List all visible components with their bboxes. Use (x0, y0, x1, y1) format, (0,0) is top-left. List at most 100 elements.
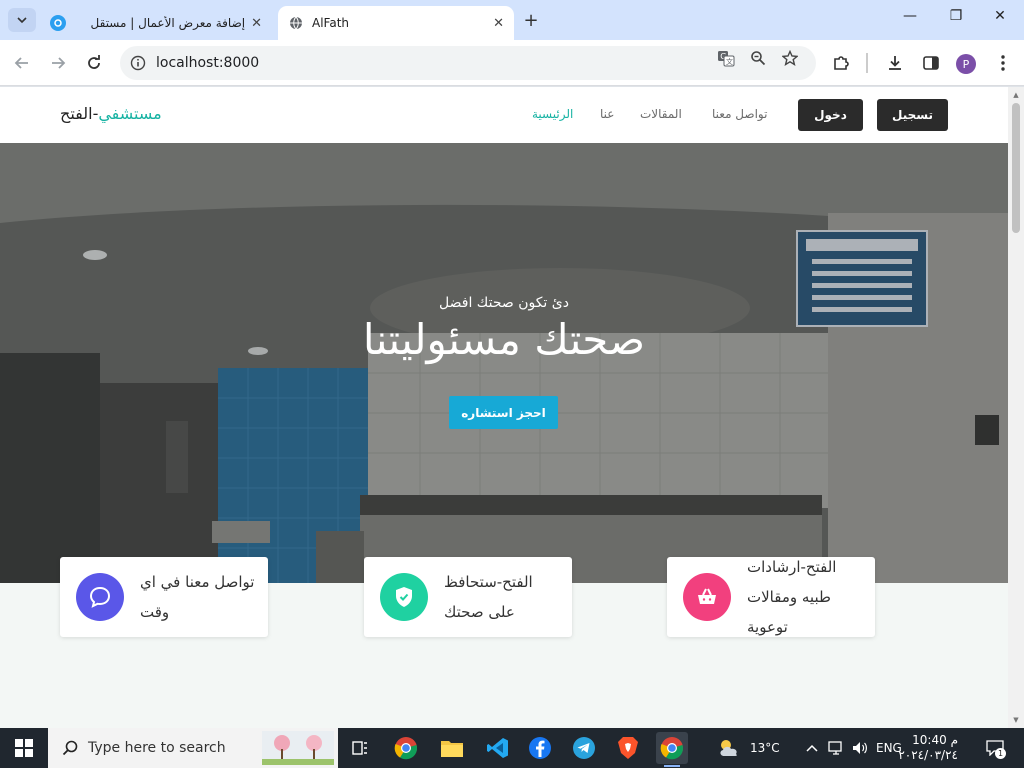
tab-search-button[interactable] (8, 8, 36, 32)
chrome-icon (394, 737, 418, 760)
weather-widget[interactable]: 13°C (716, 728, 780, 768)
windows-taskbar: Type here to search 13°C ENG 10:40 م ٢٠٢… (0, 728, 1024, 768)
page-viewport: مستشفي-الفتح تواصل معنا المقالات عنا الر… (0, 87, 1008, 728)
browser-toolbar: localhost:8000 G文 P (0, 40, 1024, 86)
toolbar-divider (866, 53, 868, 73)
notifications-button[interactable]: 1 (982, 728, 1008, 768)
facebook-icon (529, 737, 551, 759)
back-button[interactable] (10, 51, 34, 75)
address-bar[interactable]: localhost:8000 (120, 46, 816, 80)
url-text: localhost:8000 (156, 55, 260, 71)
taskbar-vscode[interactable] (482, 732, 514, 764)
scroll-thumb[interactable] (1012, 103, 1020, 233)
start-button[interactable] (0, 728, 48, 768)
close-tab-icon[interactable]: ✕ (493, 16, 504, 31)
page-scrollbar[interactable]: ▲ ▼ (1008, 87, 1024, 728)
chevron-up-icon (806, 744, 818, 752)
register-button[interactable]: تسجيل (877, 99, 948, 131)
reload-icon (88, 55, 100, 69)
profile-avatar[interactable]: P (956, 54, 976, 74)
speaker-icon (853, 742, 867, 754)
menu-kebab-icon[interactable] (992, 52, 1014, 74)
forward-button[interactable] (46, 51, 70, 75)
telegram-icon (573, 737, 595, 759)
reload-button[interactable] (82, 51, 106, 75)
chat-bubble-icon (76, 573, 124, 621)
extensions-puzzle-icon[interactable] (830, 52, 852, 74)
taskbar-search[interactable]: Type here to search (48, 728, 338, 768)
clock-time: 10:40 م (912, 733, 958, 747)
globe-icon (288, 15, 304, 31)
folder-icon (441, 741, 463, 757)
volume-tray[interactable] (852, 728, 868, 768)
brave-icon (618, 737, 638, 759)
hero-section: دئ تكون صحتك افضل صحتك مسئوليتنا احجز اس… (0, 143, 1008, 583)
nav-link-home[interactable]: الرئيسية (532, 107, 573, 121)
arrow-right-icon (52, 57, 66, 69)
clock[interactable]: 10:40 م ٢٠٢٤/٠٣/٢٤ (898, 728, 958, 768)
taskbar-facebook[interactable] (524, 732, 556, 764)
tray-chevron[interactable] (806, 728, 818, 768)
close-window-button[interactable]: ✕ (980, 8, 1020, 24)
taskbar-brave[interactable] (612, 732, 644, 764)
tab-title: AlFath (312, 16, 350, 30)
brand-primary: مستشفي (98, 104, 162, 123)
translate-icon[interactable]: G文 (716, 48, 736, 68)
feature-text: الفتح-ارشادات طبيه ومقالات توعوية (747, 558, 837, 636)
login-button[interactable]: دخول (798, 99, 863, 131)
side-panel-icon[interactable] (920, 52, 942, 74)
feature-text: تواصل معنا في اي وقت (140, 573, 255, 621)
arrow-left-icon (14, 57, 28, 69)
tab-title: إضافة معرض الأعمال | مستقل (90, 16, 246, 30)
nav-link-articles[interactable]: المقالات (640, 107, 682, 121)
site-info-icon[interactable] (130, 55, 146, 71)
scroll-down-arrow[interactable]: ▼ (1012, 716, 1020, 724)
weather-cloud-sun-icon (720, 740, 737, 756)
notification-count: 1 (995, 748, 1006, 759)
minimize-button[interactable]: — (890, 8, 930, 24)
clock-date: ٢٠٢٤/٠٣/٢٤ (898, 748, 958, 762)
tab-alfath[interactable]: AlFath ✕ (278, 6, 514, 40)
taskbar-chrome-active[interactable] (656, 732, 688, 767)
taskbar-chrome[interactable] (390, 732, 422, 764)
download-icon[interactable] (884, 52, 906, 74)
taskbar-telegram[interactable] (568, 732, 600, 764)
restore-button[interactable]: ❐ (936, 8, 976, 24)
chevron-down-icon (17, 17, 27, 24)
feature-card-contact[interactable]: تواصل معنا في اي وقت (60, 557, 268, 637)
zoom-icon[interactable] (748, 48, 768, 68)
close-tab-icon[interactable]: ✕ (251, 16, 262, 31)
taskbar-file-explorer[interactable] (436, 732, 468, 764)
network-icon (828, 741, 842, 755)
nav-link-contact[interactable]: تواصل معنا (712, 107, 767, 121)
hero-title: صحتك مسئوليتنا (362, 315, 646, 364)
site-brand[interactable]: مستشفي-الفتح (60, 104, 162, 123)
weather-temp: 13°C (750, 741, 780, 755)
vscode-icon (487, 738, 508, 758)
task-view-icon (352, 741, 367, 755)
task-view-button[interactable] (344, 732, 376, 764)
search-placeholder: Type here to search (88, 740, 226, 756)
network-tray[interactable] (828, 728, 844, 768)
search-highlight-icon (262, 731, 334, 765)
hero-subtitle: دئ تكون صحتك افضل (439, 295, 569, 311)
browser-tab-bar: إضافة معرض الأعمال | مستقل ✕ AlFath ✕ + … (0, 0, 1024, 40)
book-consultation-button[interactable]: احجز استشاره (449, 396, 558, 429)
feature-text: الفتح-ستحافظ على صحتك (444, 573, 533, 621)
chrome-icon (660, 737, 684, 760)
basket-icon (683, 573, 731, 621)
new-tab-button[interactable]: + (520, 10, 542, 31)
bookmark-star-icon[interactable] (780, 48, 800, 68)
feature-card-health[interactable]: الفتح-ستحافظ على صحتك (364, 557, 572, 637)
svg-text:文: 文 (726, 57, 733, 66)
shield-check-icon (380, 573, 428, 621)
nav-link-about[interactable]: عنا (600, 107, 614, 121)
search-icon (62, 740, 78, 756)
tab-mostaql[interactable]: إضافة معرض الأعمال | مستقل ✕ (40, 6, 272, 40)
scroll-up-arrow[interactable]: ▲ (1012, 91, 1020, 99)
mostaql-icon (50, 15, 66, 31)
feature-card-articles[interactable]: الفتح-ارشادات طبيه ومقالات توعوية (667, 557, 875, 637)
brand-secondary: -الفتح (60, 104, 99, 123)
windows-logo-icon (15, 739, 33, 757)
site-navbar: مستشفي-الفتح تواصل معنا المقالات عنا الر… (0, 87, 1008, 143)
